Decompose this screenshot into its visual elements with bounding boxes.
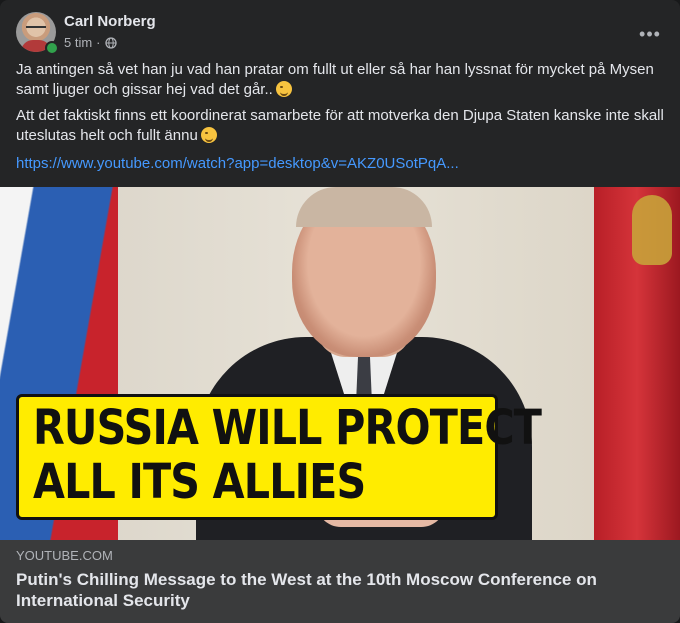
thumbnail-headline-line-1: RUSSIA WILL PROTECT — [33, 400, 542, 456]
video-thumbnail[interactable]: RUSSIA WILL PROTECT ALL ITS ALLIES — [0, 187, 680, 540]
post-timestamp[interactable]: 5 tim — [64, 35, 92, 50]
more-options-button[interactable]: ••• — [632, 16, 668, 52]
post-paragraph: Att det faktiskt finns ett koordinerat s… — [16, 107, 664, 144]
online-status-dot — [45, 41, 59, 55]
link-domain: YOUTUBE.COM — [16, 548, 113, 563]
post-body: Ja antingen så vet han ju vad han pratar… — [16, 60, 666, 174]
thumbnail-headline: RUSSIA WILL PROTECT ALL ITS ALLIES — [16, 394, 542, 520]
post-paragraph: Ja antingen så vet han ju vad han pratar… — [16, 61, 654, 98]
meta-separator: · — [96, 35, 101, 50]
winking-face-icon — [200, 127, 217, 143]
link-caption[interactable]: YOUTUBE.COM Putin's Chilling Message to … — [0, 540, 680, 623]
thumbnail-headline-line-2: ALL ITS ALLIES — [33, 454, 366, 510]
globe-icon[interactable] — [104, 36, 117, 49]
avatar-glasses — [26, 26, 46, 34]
post-header: Carl Norberg 5 tim · ••• — [16, 12, 668, 56]
post-link[interactable]: https://www.youtube.com/watch?app=deskto… — [16, 154, 459, 174]
author-name[interactable]: Carl Norberg — [64, 13, 156, 30]
flag-right — [594, 187, 680, 540]
post-meta: 5 tim · — [64, 35, 117, 50]
more-horizontal-icon: ••• — [639, 23, 661, 44]
link-title[interactable]: Putin's Chilling Message to the West at … — [16, 569, 656, 611]
feed-post: Carl Norberg 5 tim · ••• Ja antingen så … — [0, 0, 680, 623]
winking-face-icon — [275, 81, 292, 97]
link-preview-card[interactable]: RUSSIA WILL PROTECT ALL ITS ALLIES YOUTU… — [0, 187, 680, 623]
